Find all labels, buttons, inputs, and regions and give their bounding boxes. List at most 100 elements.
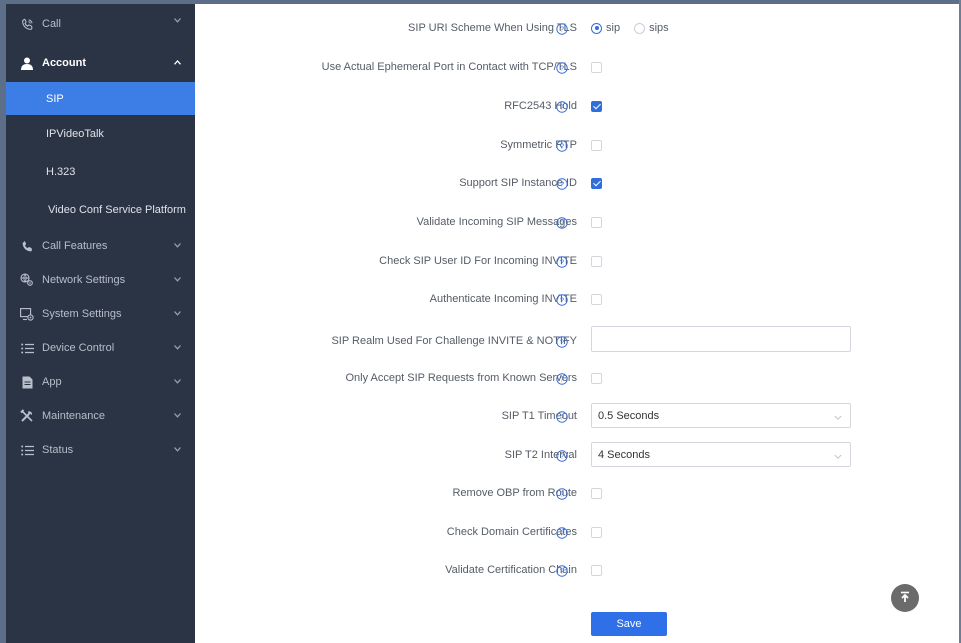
auth-invite-checkbox[interactable] — [591, 294, 602, 305]
phone-icon — [19, 238, 35, 254]
form-row-known-servers: Only Accept SIP Requests from Known Serv… — [195, 367, 959, 391]
select-value: 4 Seconds — [598, 448, 650, 461]
help-icon[interactable]: ? — [556, 217, 568, 229]
chevron-down-icon — [173, 445, 182, 454]
sidebar: Call Account SIP IPVideoTalk H.323 Video… — [6, 4, 195, 643]
check-domain-certs-checkbox[interactable] — [591, 527, 602, 538]
chevron-down-icon — [173, 275, 182, 284]
radio-label-sips: sips — [649, 22, 669, 34]
check-user-id-checkbox[interactable] — [591, 256, 602, 267]
help-icon[interactable]: ? — [556, 527, 568, 539]
sidebar-item-label: App — [42, 376, 62, 388]
sidebar-subitem-h323[interactable]: H.323 — [6, 153, 195, 191]
help-icon[interactable]: ? — [556, 450, 568, 462]
sidebar-subitem-sip[interactable]: SIP — [6, 82, 195, 115]
sidebar-item-label: Status — [42, 444, 74, 456]
help-icon[interactable]: ? — [556, 23, 568, 35]
help-icon[interactable]: ? — [556, 101, 568, 113]
known-servers-checkbox[interactable] — [591, 373, 602, 384]
help-icon[interactable]: ? — [556, 488, 568, 500]
help-icon[interactable]: ? — [556, 140, 568, 152]
sidebar-item-call[interactable]: Call — [6, 4, 195, 44]
help-icon[interactable]: ? — [556, 62, 568, 74]
chevron-up-icon — [173, 58, 182, 67]
sidebar-item-status[interactable]: Status — [6, 433, 195, 467]
t2-interval-select[interactable]: 4 Seconds — [591, 442, 851, 467]
form-row-t1-timeout: SIP T1 Timeout ? 0.5 Seconds — [195, 403, 959, 428]
sidebar-item-label: Device Control — [42, 342, 115, 354]
list-icon — [19, 442, 35, 458]
sidebar-item-app[interactable]: App — [6, 365, 195, 399]
radio-sip[interactable] — [591, 22, 602, 34]
radio-sips[interactable] — [634, 22, 646, 34]
form-row-check-user-id: Check SIP User ID For Incoming INVITE ? — [195, 250, 959, 274]
form-row-sip-realm: SIP Realm Used For Challenge INVITE & NO… — [195, 326, 959, 352]
help-icon[interactable]: ? — [556, 411, 568, 423]
symmetric-rtp-checkbox[interactable] — [591, 140, 602, 151]
chevron-down-icon — [173, 309, 182, 318]
chevron-down-icon — [834, 412, 842, 421]
sidebar-item-label: Call Features — [42, 240, 108, 252]
remove-obp-checkbox[interactable] — [591, 488, 602, 499]
select-value: 0.5 Seconds — [598, 409, 660, 422]
svg-text:?: ? — [560, 296, 564, 305]
sidebar-item-system-settings[interactable]: System Settings — [6, 297, 195, 331]
help-icon[interactable]: ? — [556, 178, 568, 190]
validate-incoming-checkbox[interactable] — [591, 217, 602, 228]
form-row-symmetric-rtp: Symmetric RTP ? — [195, 134, 959, 158]
svg-text:?: ? — [560, 338, 564, 347]
help-icon[interactable]: ? — [556, 336, 568, 348]
sidebar-item-label: Network Settings — [42, 274, 126, 286]
form-row-validate-incoming: Validate Incoming SIP Messages ? — [195, 211, 959, 235]
user-icon — [19, 55, 35, 71]
form-row-t2-interval: SIP T2 Interval ? 4 Seconds — [195, 442, 959, 467]
sidebar-item-label: Maintenance — [42, 410, 105, 422]
help-icon[interactable]: ? — [556, 565, 568, 577]
help-icon[interactable]: ? — [556, 373, 568, 385]
form-row-validate-cert-chain: Validate Certification Chain ? — [195, 559, 959, 583]
chevron-down-icon — [173, 377, 182, 386]
svg-text:?: ? — [560, 258, 564, 267]
field-label: SIP URI Scheme When Using TLS — [408, 22, 577, 34]
sidebar-item-call-features[interactable]: Call Features — [6, 229, 195, 263]
t1-timeout-select[interactable]: 0.5 Seconds — [591, 403, 851, 428]
help-icon[interactable]: ? — [556, 294, 568, 306]
sidebar-subitem-video-conf[interactable]: Video Conf Service Platform — [6, 191, 195, 229]
help-icon[interactable]: ? — [556, 256, 568, 268]
field-label: SIP Realm Used For Challenge INVITE & NO… — [331, 335, 577, 347]
validate-cert-chain-checkbox[interactable] — [591, 565, 602, 576]
chevron-down-icon — [173, 241, 182, 250]
sidebar-item-maintenance[interactable]: Maintenance — [6, 399, 195, 433]
sip-realm-input[interactable] — [591, 326, 851, 352]
svg-text:?: ? — [560, 413, 564, 422]
form-row-check-domain-certs: Check Domain Certificates ? — [195, 521, 959, 545]
sidebar-item-device-control[interactable]: Device Control — [6, 331, 195, 365]
list-icon — [19, 340, 35, 356]
form-row-rfc2543-hold: RFC2543 Hold ? — [195, 95, 959, 119]
field-label: Validate Incoming SIP Messages — [416, 216, 577, 228]
field-label: Only Accept SIP Requests from Known Serv… — [345, 372, 577, 384]
svg-text:?: ? — [560, 567, 564, 576]
field-label: Authenticate Incoming INVITE — [429, 293, 577, 305]
save-button[interactable]: Save — [591, 612, 667, 636]
sip-uri-scheme-radio-group: sip sips — [591, 22, 679, 34]
form-row-sip-instance-id: Support SIP Instance ID ? — [195, 172, 959, 196]
svg-text:?: ? — [560, 452, 564, 461]
radio-label-sip: sip — [606, 22, 621, 34]
ephemeral-port-checkbox[interactable] — [591, 62, 602, 73]
sidebar-subitem-ipvideotalk[interactable]: IPVideoTalk — [6, 115, 195, 153]
sidebar-item-label: System Settings — [42, 308, 122, 320]
system-settings-icon — [19, 306, 35, 322]
chevron-down-icon — [173, 16, 182, 25]
form-row-auth-invite: Authenticate Incoming INVITE ? — [195, 288, 959, 312]
back-to-top-button[interactable] — [891, 584, 919, 612]
sidebar-item-label: Call — [42, 18, 61, 30]
sidebar-item-network-settings[interactable]: Network Settings — [6, 263, 195, 297]
sidebar-item-account[interactable]: Account — [6, 44, 195, 82]
rfc2543-hold-checkbox[interactable] — [591, 101, 602, 112]
network-settings-icon — [19, 272, 35, 288]
svg-text:?: ? — [560, 25, 564, 34]
tools-icon — [19, 408, 35, 424]
sip-instance-id-checkbox[interactable] — [591, 178, 602, 189]
chevron-down-icon — [173, 343, 182, 352]
